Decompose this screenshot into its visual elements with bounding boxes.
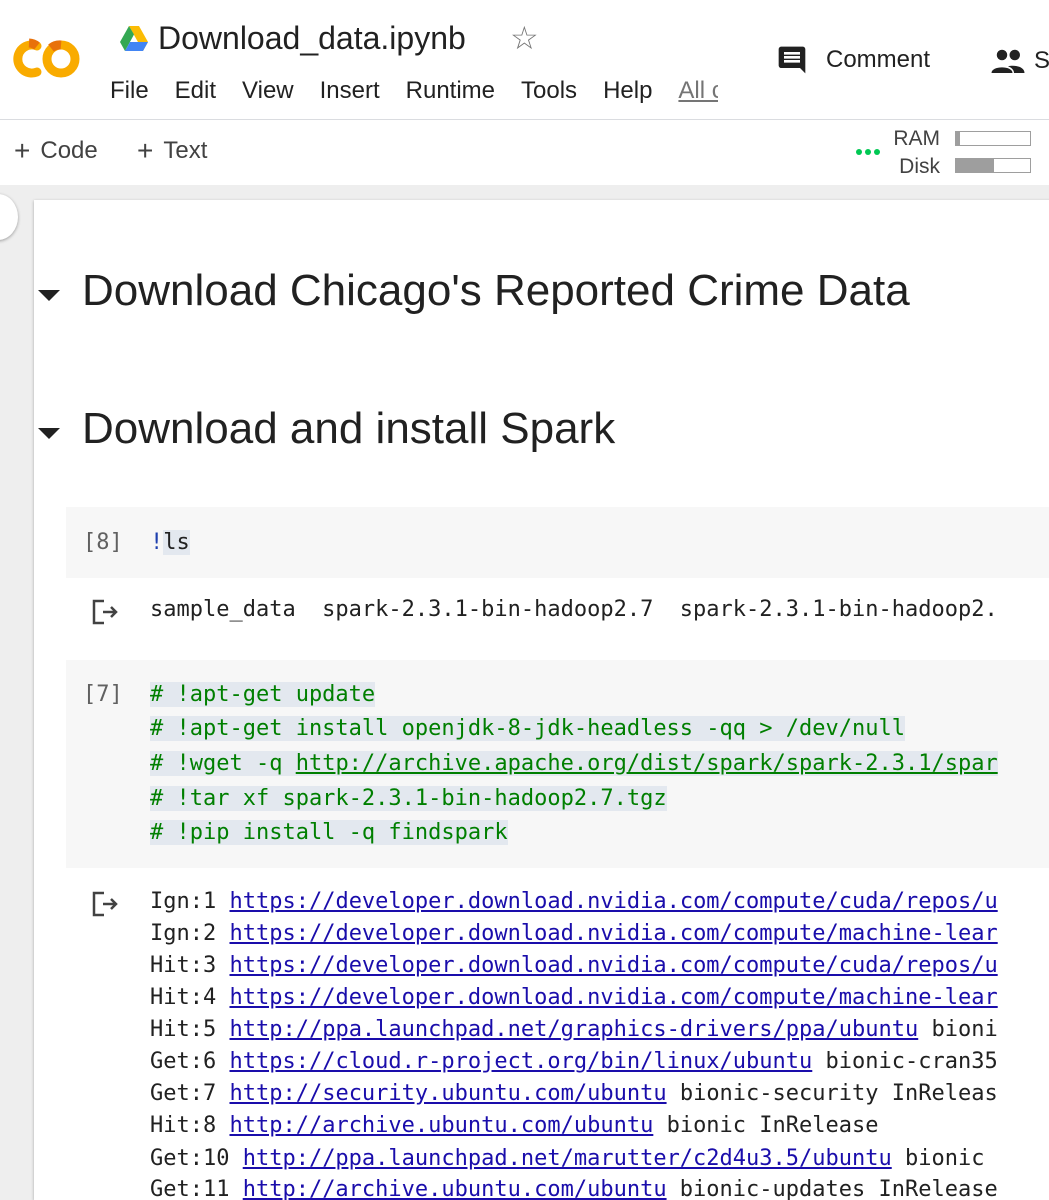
collapse-section-icon[interactable] (38, 290, 60, 301)
star-icon[interactable]: ☆ (510, 22, 539, 54)
output-status: Hit:4 (150, 985, 230, 1010)
add-text-label: Text (163, 137, 208, 164)
code-line[interactable]: # !tar xf spark-2.3.1-bin-hadoop2.7.tgz (150, 784, 667, 814)
output-suffix: bionic-cran35 (812, 1049, 998, 1074)
output-status: Ign:2 (150, 921, 230, 946)
disk-usage-fill (956, 159, 995, 172)
menu-insert[interactable]: Insert (320, 76, 380, 106)
comment-icon (778, 46, 806, 74)
menu-runtime[interactable]: Runtime (406, 76, 495, 106)
section-heading: Download Chicago's Reported Crime Data (82, 266, 910, 315)
plus-icon: + (137, 135, 154, 166)
section-heading: Download and install Spark (82, 404, 616, 453)
ram-usage-fill (956, 132, 960, 145)
output-line: Hit:8 http://archive.ubuntu.com/ubuntu b… (150, 1110, 879, 1142)
code-comment: # !apt-get update (150, 682, 376, 707)
code-comment: # !apt-get install openjdk-8-jdk-headles… (150, 716, 905, 741)
connection-status-icon[interactable] (855, 148, 881, 156)
menu-view[interactable]: View (242, 76, 294, 106)
all-changes-saved-link[interactable]: All c (678, 76, 718, 106)
menu-edit[interactable]: Edit (175, 76, 216, 106)
output-line: Get:11 http://archive.ubuntu.com/ubuntu … (150, 1174, 998, 1200)
output-suffix: bionic (891, 1146, 985, 1171)
disk-label: Disk (899, 155, 940, 178)
output-url-link[interactable]: http://security.ubuntu.com/ubuntu (229, 1081, 666, 1106)
output-line: Get:7 http://security.ubuntu.com/ubuntu … (150, 1078, 998, 1110)
share-button[interactable]: S (990, 46, 1049, 76)
output-line: Hit:3 https://developer.download.nvidia.… (150, 950, 998, 982)
code-comment: # !pip install -q findspark (150, 820, 508, 845)
notebook-title[interactable]: Download_data.ipynb (158, 20, 466, 57)
code-text: ls (163, 530, 190, 555)
output-status: Get:11 (150, 1177, 243, 1200)
code-line[interactable]: # !pip install -q findspark (150, 818, 508, 848)
plus-icon: + (14, 135, 31, 166)
output-line: Hit:5 http://ppa.launchpad.net/graphics-… (150, 1014, 998, 1046)
output-status: Hit:8 (150, 1113, 230, 1138)
code-line[interactable]: # !apt-get update (150, 680, 376, 710)
output-arrow-icon[interactable] (90, 890, 120, 918)
output-line: Get:10 http://ppa.launchpad.net/marutter… (150, 1143, 984, 1175)
execution-count: [8] (83, 530, 123, 555)
output-url-link[interactable]: https://developer.download.nvidia.com/co… (229, 889, 997, 914)
menu-help[interactable]: Help (603, 76, 652, 106)
code-cell[interactable] (66, 507, 1049, 578)
output-suffix: bioni (918, 1017, 998, 1042)
ram-label: RAM (893, 127, 940, 150)
ram-usage-bar[interactable] (955, 131, 1031, 146)
code-url-link[interactable]: http://archive.apache.org/dist/spark/spa… (295, 751, 998, 776)
output-suffix: bionic-updates InRelease (666, 1177, 998, 1200)
output-line: Get:6 https://cloud.r-project.org/bin/li… (150, 1046, 998, 1078)
comment-button[interactable]: Comment (776, 44, 930, 76)
code-line[interactable]: # !wget -q http://archive.apache.org/dis… (150, 749, 998, 779)
colab-logo-icon[interactable] (7, 38, 83, 80)
app-header: Download_data.ipynb ☆ File Edit View Ins… (0, 0, 1049, 120)
output-suffix: bionic InRelease (653, 1113, 879, 1138)
output-url-link[interactable]: https://developer.download.nvidia.com/co… (229, 953, 997, 978)
output-status: Get:6 (150, 1049, 230, 1074)
add-code-button[interactable]: + Code (14, 137, 98, 165)
code-line[interactable]: # !apt-get install openjdk-8-jdk-headles… (150, 714, 905, 744)
menu-bar: File Edit View Insert Runtime Tools Help… (110, 76, 718, 106)
collapse-section-icon[interactable] (38, 428, 60, 439)
code-line[interactable]: !ls (150, 528, 190, 558)
output-line: Hit:4 https://developer.download.nvidia.… (150, 982, 998, 1014)
output-status: Hit:5 (150, 1017, 230, 1042)
output-suffix: bionic-security InReleas (666, 1081, 998, 1106)
output-status: Get:7 (150, 1081, 230, 1106)
notebook-toolbar: + Code + Text RAM Disk (0, 121, 1049, 185)
people-icon (991, 49, 1025, 73)
output-url-link[interactable]: https://cloud.r-project.org/bin/linux/ub… (229, 1049, 812, 1074)
menu-file[interactable]: File (110, 76, 149, 106)
share-label: S (1034, 47, 1049, 74)
menu-tools[interactable]: Tools (521, 76, 577, 106)
code-comment: # !wget -q (150, 751, 296, 776)
output-status: Ign:1 (150, 889, 230, 914)
output-url-link[interactable]: http://ppa.launchpad.net/marutter/c2d4u3… (243, 1146, 892, 1171)
output-status: Hit:3 (150, 953, 230, 978)
cell-output-text: sample_data spark-2.3.1-bin-hadoop2.7 sp… (150, 597, 998, 622)
output-line: Ign:1 https://developer.download.nvidia.… (150, 886, 998, 918)
code-comment: # !tar xf spark-2.3.1-bin-hadoop2.7.tgz (150, 786, 667, 811)
output-arrow-icon[interactable] (90, 598, 120, 626)
output-url-link[interactable]: http://ppa.launchpad.net/graphics-driver… (229, 1017, 918, 1042)
output-status: Get:10 (150, 1146, 243, 1171)
google-drive-icon[interactable] (120, 26, 148, 51)
execution-count: [7] (83, 682, 123, 707)
output-url-link[interactable]: https://developer.download.nvidia.com/co… (229, 921, 997, 946)
output-url-link[interactable]: http://archive.ubuntu.com/ubuntu (243, 1177, 667, 1200)
output-line: Ign:2 https://developer.download.nvidia.… (150, 918, 998, 950)
output-url-link[interactable]: https://developer.download.nvidia.com/co… (229, 985, 997, 1010)
disk-usage-bar[interactable] (955, 158, 1031, 173)
output-url-link[interactable]: http://archive.ubuntu.com/ubuntu (229, 1113, 653, 1138)
add-code-label: Code (40, 137, 98, 164)
comment-label: Comment (826, 46, 931, 73)
add-text-button[interactable]: + Text (137, 137, 207, 165)
code-bang: ! (150, 530, 164, 555)
